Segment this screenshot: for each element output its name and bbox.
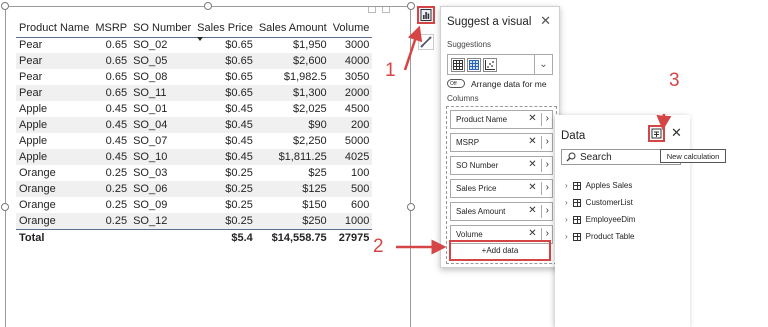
annotation-number-1: 1 <box>385 60 396 81</box>
annotation-arrows <box>396 25 672 255</box>
arrow-3 <box>656 113 672 131</box>
annotation-number-3: 3 <box>669 70 680 91</box>
annotation-number-2: 2 <box>373 236 384 257</box>
report-canvas: Product Name MSRP SO Number Sales Price … <box>0 0 768 327</box>
arrow-1 <box>403 25 423 71</box>
